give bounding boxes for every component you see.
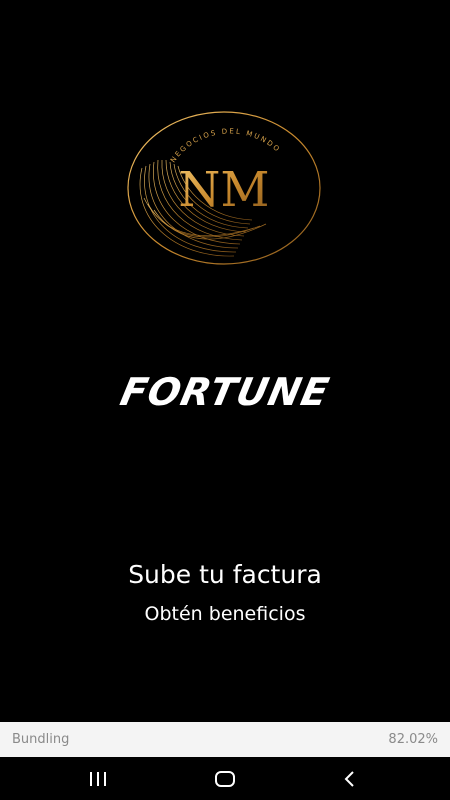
system-nav-bar xyxy=(0,757,450,800)
bundling-progress: 82.02% xyxy=(388,732,438,747)
subline-text: Obtén beneficios xyxy=(144,603,306,625)
company-logo: NEGOCIOS DEL MUNDO NM xyxy=(124,108,324,268)
bundling-label: Bundling xyxy=(12,732,70,747)
back-icon xyxy=(344,771,354,787)
recent-apps-icon xyxy=(90,772,106,786)
home-icon xyxy=(215,771,235,787)
headline-text: Sube tu factura xyxy=(128,560,322,589)
splash-screen: NEGOCIOS DEL MUNDO NM FORTUNE Sube tu fa… xyxy=(0,0,450,800)
home-button[interactable] xyxy=(195,761,255,797)
brand-name: FORTUNE xyxy=(116,370,334,414)
logo-arc-text: NEGOCIOS DEL MUNDO xyxy=(169,127,280,164)
logo-initials: NM xyxy=(178,162,269,218)
logo-emblem: NEGOCIOS DEL MUNDO NM xyxy=(127,111,321,265)
recent-apps-button[interactable] xyxy=(68,761,128,797)
bundling-bar: Bundling 82.02% xyxy=(0,722,450,757)
svg-text:NEGOCIOS DEL MUNDO: NEGOCIOS DEL MUNDO xyxy=(169,127,282,164)
back-button[interactable] xyxy=(320,761,380,797)
